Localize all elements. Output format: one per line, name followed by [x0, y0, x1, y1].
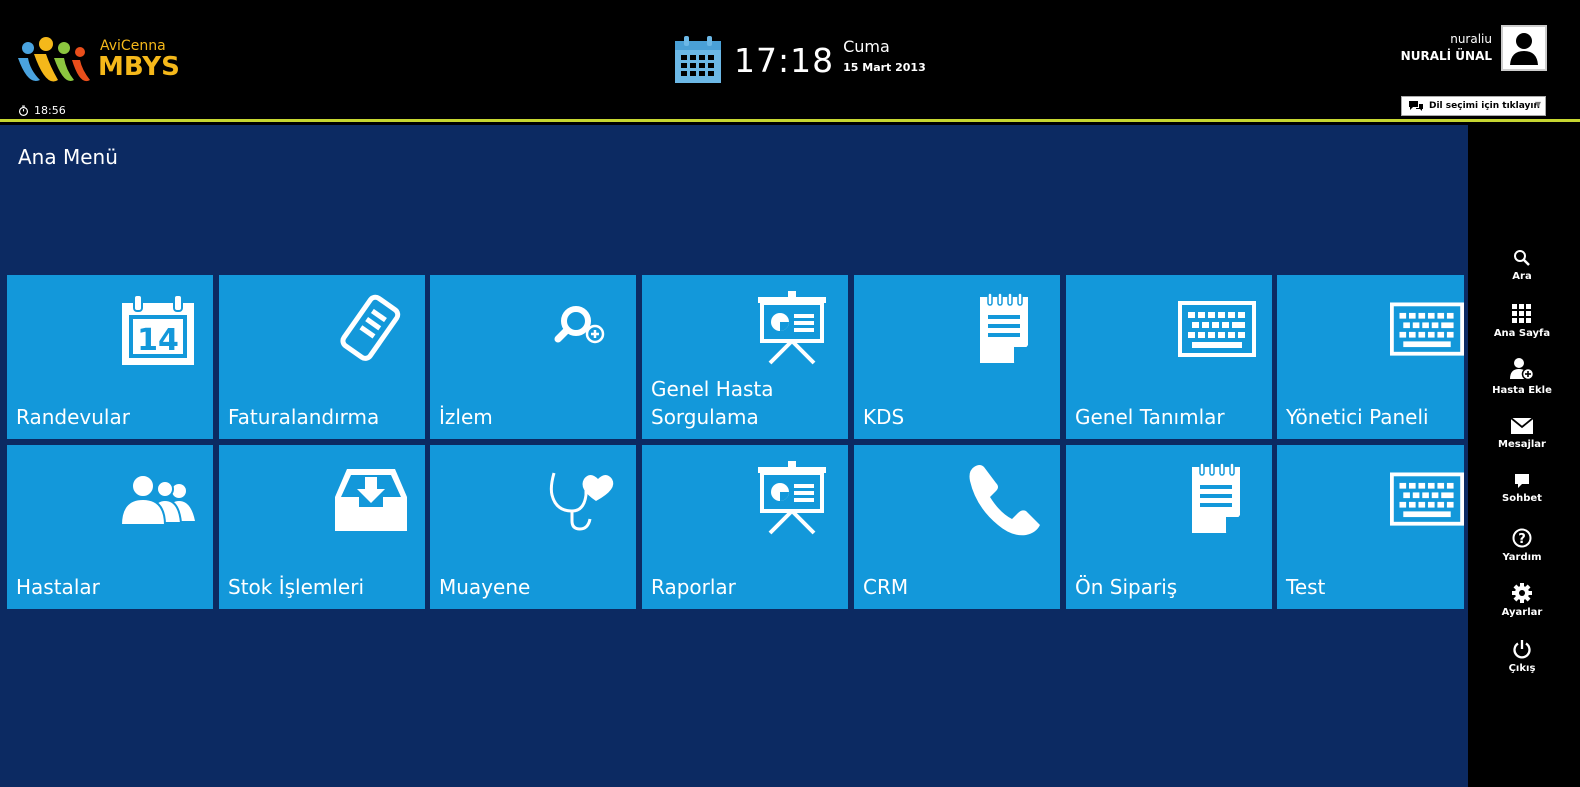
scroll-icon [340, 294, 401, 361]
charm-label: Hasta Ekle [1492, 385, 1552, 396]
presentation-icon [758, 461, 826, 535]
tile-on-siparis[interactable]: Ön Sipariş [1066, 445, 1272, 609]
charm-label: Ayarlar [1501, 607, 1543, 618]
charm-label: Yardım [1502, 552, 1542, 563]
main-menu-panel: Ana Menü 14 Randevular Faturalandırma İz… [0, 125, 1468, 787]
add-user-icon [1510, 358, 1535, 381]
search-plus-icon [554, 306, 605, 344]
tile-label: Faturalandırma [228, 405, 380, 429]
tile-label: Hastalar [16, 575, 100, 599]
tile-hastalar[interactable]: Hastalar [7, 445, 213, 609]
tile-muayene[interactable]: Muayene [430, 445, 636, 609]
tile-label: Test [1286, 575, 1326, 599]
stethoscope-icon [549, 472, 614, 531]
tile-label: İzlem [439, 405, 493, 429]
day-name: Cuma [843, 36, 890, 56]
session-timer: 18:56 [18, 104, 66, 117]
charm-search[interactable]: Ara [1468, 249, 1576, 282]
tile-crm[interactable]: CRM [854, 445, 1060, 609]
charm-chat[interactable]: Sohbet [1468, 473, 1576, 504]
gear-icon [1512, 583, 1532, 603]
date-text: 15 Mart 2013 [843, 60, 926, 74]
clock: 17:18 Cuma 15 Mart 2013 [672, 34, 926, 86]
right-charm-bar: Ara Ana Sayfa Hasta Ekle Mesajlar Sohbet… [1468, 125, 1580, 787]
tile-randevular[interactable]: 14 Randevular [7, 275, 213, 439]
phone-icon [969, 465, 1040, 536]
page-title: Ana Menü [18, 145, 118, 169]
tile-genel-tanimlar[interactable]: Genel Tanımlar [1066, 275, 1272, 439]
tile-faturalandirma[interactable]: Faturalandırma [219, 275, 425, 439]
charm-add-patient[interactable]: Hasta Ekle [1468, 357, 1576, 396]
charm-label: Çıkış [1508, 663, 1536, 674]
top-header: AviCenna MBYS 18:56 17:18 Cuma 15 Mart 2… [0, 0, 1580, 122]
avatar[interactable] [1501, 25, 1547, 71]
user-info[interactable]: nuraliu NURALİ ÜNAL [1401, 32, 1492, 63]
tile-label: Ön Sipariş [1075, 575, 1178, 599]
language-select-label: Dil seçimi için tıklayın [1429, 101, 1540, 111]
mail-icon [1510, 417, 1534, 434]
power-icon [1513, 640, 1531, 659]
charm-messages[interactable]: Mesajlar [1468, 417, 1576, 450]
tile-label: Raporlar [651, 575, 736, 599]
notepad-icon [1192, 462, 1240, 533]
keyboard-icon [1390, 302, 1464, 356]
tile-izlem[interactable]: İzlem [430, 275, 636, 439]
keyboard-icon [1178, 301, 1256, 357]
tile-label: Muayene [439, 575, 531, 599]
user-fullname: NURALİ ÜNAL [1400, 49, 1492, 63]
keyboard-icon [1390, 472, 1464, 526]
tile-label: Randevular [16, 405, 130, 429]
svg-text:?: ? [1518, 532, 1526, 547]
tile-label: CRM [863, 575, 909, 599]
chevron-down-icon: ▼ [1534, 100, 1541, 109]
app-logo[interactable]: AviCenna MBYS [16, 36, 186, 92]
charm-logout[interactable]: Çıkış [1468, 639, 1576, 674]
calendar-day-number: 14 [137, 323, 179, 358]
logo-figures-icon [18, 37, 90, 82]
date-block: Cuma 15 Mart 2013 [843, 37, 926, 74]
stopwatch-icon [18, 105, 29, 116]
chat-bubbles-icon [1409, 101, 1423, 111]
charm-label: Ana Sayfa [1493, 328, 1551, 339]
help-icon: ? [1512, 528, 1532, 548]
charm-settings[interactable]: Ayarlar [1468, 583, 1576, 618]
tile-yonetici-paneli[interactable]: Yönetici Paneli [1277, 275, 1464, 439]
charm-label: Ara [1512, 271, 1532, 282]
grid-icon [1512, 304, 1531, 323]
tile-raporlar[interactable]: Raporlar [642, 445, 848, 609]
tile-label: Yönetici Paneli [1286, 405, 1429, 429]
search-icon [1514, 250, 1530, 266]
users-icon [119, 474, 195, 525]
language-select[interactable]: Dil seçimi için tıklayın ▼ [1401, 96, 1546, 116]
calendar-icon: 14 [122, 295, 194, 365]
tile-label: Stok İşlemleri [228, 575, 365, 599]
charm-help[interactable]: ? Yardım [1468, 528, 1576, 563]
charm-label: Sohbet [1502, 493, 1542, 504]
charm-home[interactable]: Ana Sayfa [1468, 304, 1576, 339]
tile-genel-hasta-sorgulama[interactable]: Genel Hasta Sorgulama [642, 275, 848, 439]
user-silhouette-icon [1510, 33, 1538, 65]
tile-label: Genel Tanımlar [1075, 405, 1225, 429]
tile-test[interactable]: Test [1277, 445, 1464, 609]
tile-label: KDS [863, 405, 905, 429]
username: nuraliu [1450, 32, 1492, 46]
notepad-icon [980, 292, 1028, 363]
session-time: 18:56 [34, 104, 66, 117]
charm-label: Mesajlar [1498, 439, 1546, 450]
tile-kds[interactable]: KDS [854, 275, 1060, 439]
presentation-icon [758, 291, 826, 365]
tile-label: Genel Hasta Sorgulama [651, 377, 774, 429]
chat-icon [1515, 474, 1529, 488]
logo-title: MBYS [98, 52, 180, 82]
inbox-icon [335, 469, 407, 531]
calendar-icon [675, 36, 721, 83]
tile-stok-islemleri[interactable]: Stok İşlemleri [219, 445, 425, 609]
clock-time: 17:18 [734, 40, 835, 80]
